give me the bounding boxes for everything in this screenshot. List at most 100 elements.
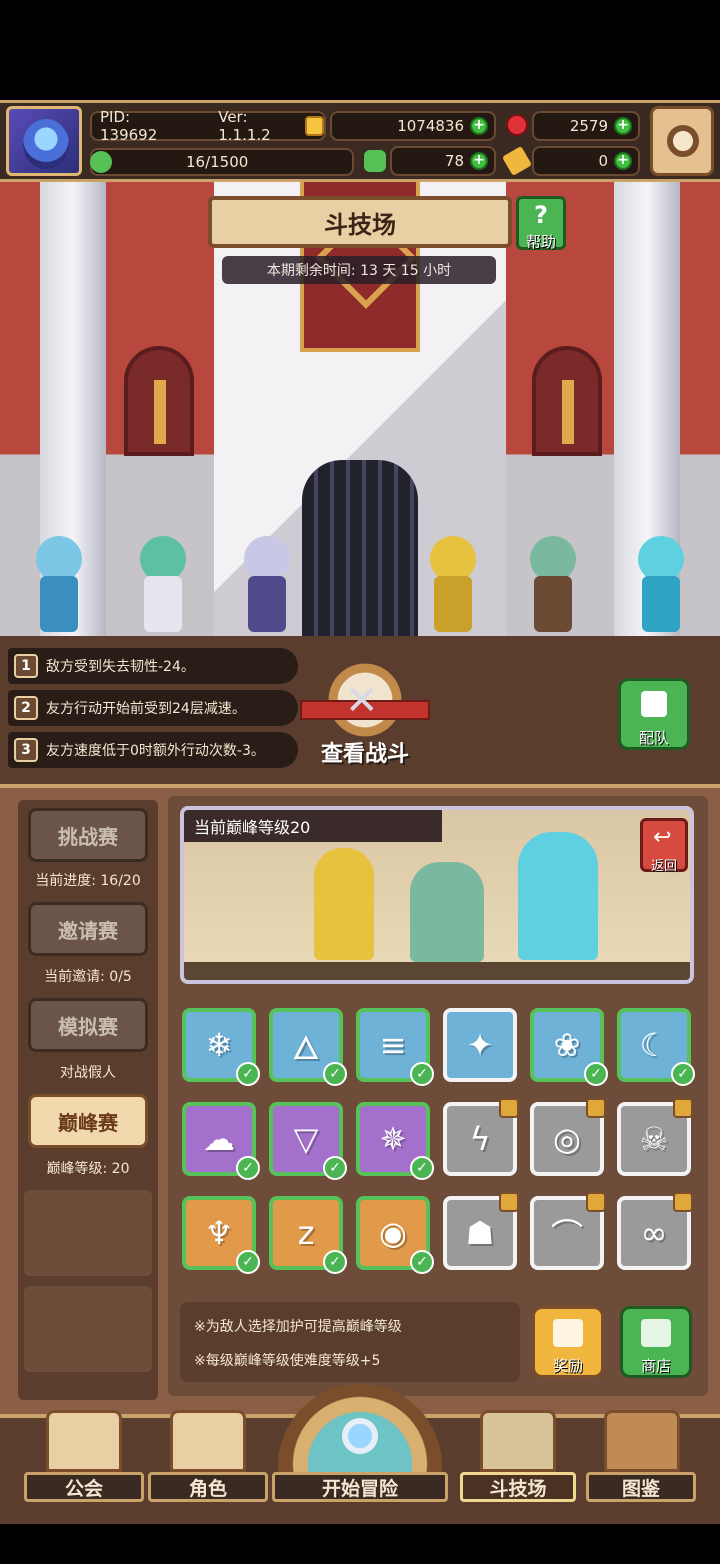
arena-title: 斗技场 <box>208 196 512 248</box>
nav-characters-label: 角色 <box>148 1472 268 1502</box>
modifier-tile[interactable]: ⌒ <box>530 1192 606 1270</box>
nav-guild-label: 公会 <box>24 1472 144 1502</box>
modifier-tile[interactable]: ◎ <box>530 1098 606 1176</box>
team-label: 配队 <box>638 729 669 747</box>
nav-adventure-label: 开始冒险 <box>272 1472 448 1502</box>
lock-icon <box>499 1098 519 1118</box>
check-icon: ✓ <box>671 1062 695 1086</box>
nav-characters[interactable]: 角色 <box>148 1410 268 1510</box>
buff-text: 敌方受到失去韧性-24。 <box>46 659 195 675</box>
sword-icon <box>154 380 166 444</box>
empty-mode-slot <box>24 1286 152 1372</box>
help-label: 帮助 <box>525 233 556 251</box>
modifier-tile[interactable]: ❀ ✓ <box>530 1008 608 1086</box>
buff-text: 友方行动开始前受到24层减速。 <box>46 701 246 717</box>
version-text: Ver: 1.1.1.2 <box>218 108 271 144</box>
peak-mode-button[interactable]: 巅峰赛 <box>28 1094 148 1148</box>
team-icon <box>641 691 667 717</box>
modifier-tile[interactable]: z ✓ <box>269 1196 347 1274</box>
peak-level-text: 巅峰等级: 20 <box>46 1161 130 1177</box>
note-line-2: ※每级巅峰等级使难度等级+5 <box>194 1353 381 1369</box>
shop-button[interactable]: 商店 <box>620 1306 692 1378</box>
gear-icon <box>667 125 699 157</box>
buff-row-1: 1 敌方受到失去韧性-24。 <box>8 648 298 684</box>
hero-body <box>534 576 572 632</box>
current-peak-level: 当前巅峰等级20 <box>184 810 442 842</box>
team-setup-button[interactable]: 配队 <box>618 678 690 750</box>
buff-row-3: 3 友方速度低于0时额外行动次数-3。 <box>8 732 298 768</box>
ruby-icon <box>506 114 528 136</box>
challenge-mode-button[interactable]: 挑战赛 <box>28 808 148 862</box>
key-value: 0 <box>598 152 608 170</box>
modifier-tile[interactable]: ☗ <box>443 1192 519 1270</box>
modifier-tile[interactable]: ✵ ✓ <box>356 1102 434 1180</box>
help-button[interactable]: ? 帮助 <box>516 196 566 251</box>
return-button[interactable]: ↩ 返回 <box>640 818 688 874</box>
gold-value: 1074836 <box>397 117 464 135</box>
buff-number: 2 <box>14 696 38 720</box>
check-icon: ✓ <box>323 1156 347 1180</box>
nav-codex[interactable]: 图鉴 <box>586 1410 696 1510</box>
add-key-icon[interactable]: + <box>614 152 632 170</box>
modifier-tile[interactable]: ∞ <box>617 1192 693 1270</box>
add-gold-icon[interactable]: + <box>470 117 488 135</box>
lock-icon <box>586 1192 606 1212</box>
stamina-bar: 16/1500 <box>90 148 354 176</box>
settings-button[interactable] <box>650 106 714 176</box>
modifier-tile[interactable]: ≡ ✓ <box>356 1008 434 1086</box>
modifier-tile[interactable]: ❄ ✓ <box>182 1008 260 1086</box>
check-icon: ✓ <box>323 1062 347 1086</box>
nav-arena[interactable]: 斗技场 <box>460 1410 576 1510</box>
peak-level-card: 当前巅峰等级20 ↩ 返回 <box>180 806 694 984</box>
check-icon: ✓ <box>410 1250 434 1274</box>
character-icon <box>170 1410 246 1472</box>
sword-icon <box>562 380 574 444</box>
coin-icon <box>305 116 324 136</box>
hero-body <box>40 576 78 632</box>
add-clover-icon[interactable]: + <box>470 152 488 170</box>
shop-label: 商店 <box>640 1357 671 1375</box>
simulation-subtitle: 对战假人 <box>60 1065 116 1081</box>
hero-body <box>642 576 680 632</box>
enemy-mouse-priest[interactable] <box>508 526 598 636</box>
enemy-mermaid[interactable] <box>616 526 706 636</box>
modifier-tile[interactable]: 🜂 ✓ <box>269 1008 347 1086</box>
modifier-tile[interactable]: ◉ ✓ <box>356 1196 434 1274</box>
ally-hero-knight[interactable] <box>222 526 312 636</box>
avatar-face-icon <box>23 119 69 169</box>
check-icon: ✓ <box>323 1250 347 1274</box>
nav-adventure-label-wrap[interactable]: 开始冒险 <box>272 1410 448 1510</box>
view-battle-button[interactable]: ✕ 查看战斗 <box>300 660 430 770</box>
stamina-icon <box>90 151 112 173</box>
modifier-tile[interactable]: ☠ <box>617 1098 693 1176</box>
modifier-tile[interactable]: ▽ ✓ <box>269 1102 347 1180</box>
empty-mode-slot <box>24 1190 152 1276</box>
modifier-tile[interactable]: ♆ ✓ <box>182 1196 260 1274</box>
modifier-tile[interactable]: ϟ <box>443 1098 519 1176</box>
reward-button[interactable]: 奖励 <box>532 1306 604 1378</box>
invitation-mode-button[interactable]: 邀请赛 <box>28 902 148 956</box>
clover-value: 78 <box>444 152 464 170</box>
modifier-tile[interactable]: ✦ <box>443 1008 517 1082</box>
modifier-tile[interactable]: ☾ ✓ <box>617 1008 695 1086</box>
enemy-golden-warrior[interactable] <box>408 526 498 636</box>
ground-strip <box>184 962 690 980</box>
shop-icon <box>641 1319 671 1347</box>
sparkle-icon: ✦ <box>466 1026 494 1064</box>
left-alcove <box>124 346 194 456</box>
ally-hero-bunny[interactable] <box>118 526 208 636</box>
season-timer: 本期剩余时间: 13 天 15 小时 <box>222 256 496 284</box>
help-icon: ? <box>534 201 548 229</box>
gem-value: 2579 <box>569 117 608 135</box>
add-gem-icon[interactable]: + <box>614 117 632 135</box>
modifier-tile[interactable]: ☁ ✓ <box>182 1102 260 1180</box>
challenge-progress: 当前进度: 16/20 <box>35 873 141 889</box>
ally-hero-mage[interactable] <box>14 526 104 636</box>
nav-guild[interactable]: 公会 <box>24 1410 144 1510</box>
right-alcove <box>532 346 602 456</box>
simulation-mode-button[interactable]: 模拟赛 <box>28 998 148 1052</box>
player-avatar[interactable] <box>6 106 82 176</box>
buff-number: 1 <box>14 654 38 678</box>
hero-body <box>434 576 472 632</box>
buff-number: 3 <box>14 738 38 762</box>
